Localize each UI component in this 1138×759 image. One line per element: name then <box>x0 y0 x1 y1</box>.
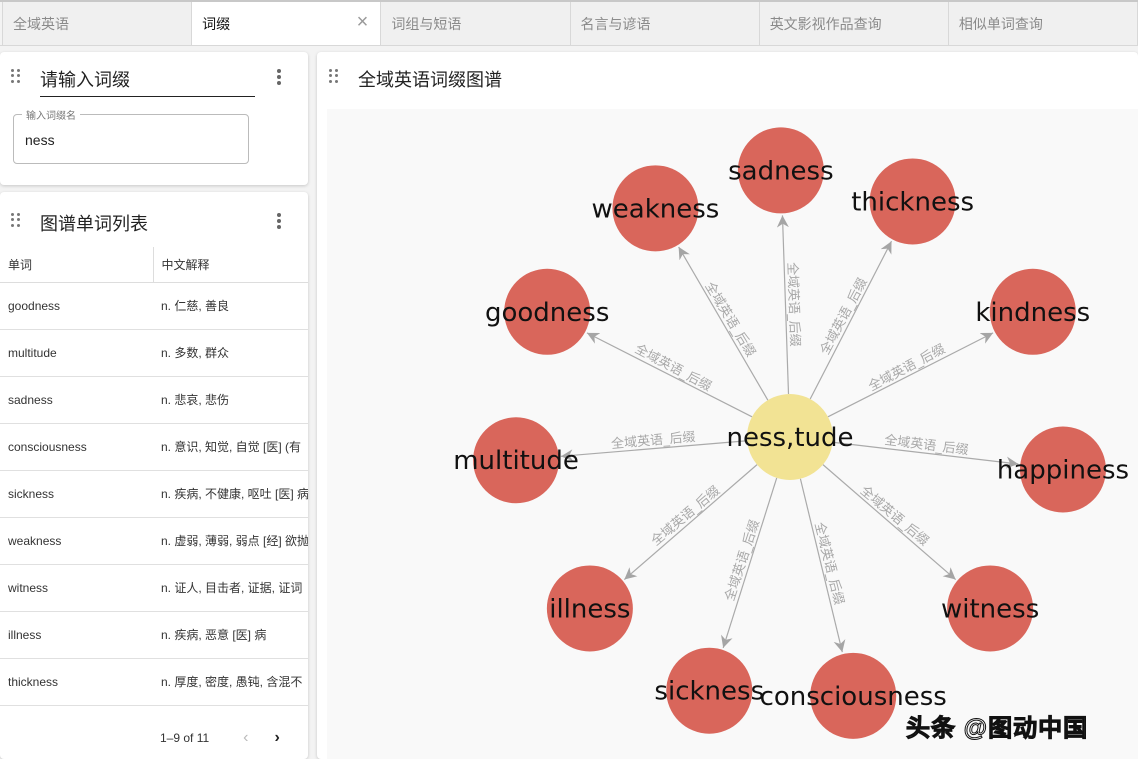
tab-phrases[interactable]: 词组与短语 <box>380 2 571 45</box>
graph-panel: 全域英语词缀图谱 全域英语_后缀 全域英语_后缀 全域英语_后缀 全域英语_后缀 全域英… <box>317 52 1138 759</box>
table-row[interactable]: weakness n. 虚弱, 薄弱, 弱点 [经] 欲抛 <box>0 517 308 565</box>
watermark: 头条 @图动中国 <box>905 715 1089 743</box>
meaning-cell: n. 悲哀, 悲伤 <box>153 376 308 424</box>
tab-label: 英文影视作品查询 <box>769 15 882 32</box>
table-row[interactable]: sadness n. 悲哀, 悲伤 <box>0 376 308 424</box>
tab-similar-words[interactable]: 相似单词查询 <box>947 2 1138 45</box>
tab-label: 相似单词查询 <box>958 15 1043 32</box>
tab-label: 词组与短语 <box>391 15 462 32</box>
word-cell: weakness <box>0 517 153 565</box>
table-row[interactable]: sickness n. 疾病, 不健康, 呕吐 [医] 病 <box>0 470 308 518</box>
table-row[interactable]: multitude n. 多数, 群众 <box>0 329 308 377</box>
affix-graph[interactable]: 全域英语_后缀 全域英语_后缀全域英语_后缀全域英语_后缀全域英语_后缀全域英语_… <box>327 109 1138 759</box>
close-icon[interactable]: × <box>357 12 369 32</box>
word-node-label: illness <box>549 594 630 624</box>
meaning-cell: n. 证人, 目击者, 证据, 证词 <box>153 564 308 612</box>
tab-quotes[interactable]: 名言与谚语 <box>569 2 760 45</box>
word-node-label: happiness <box>997 456 1129 486</box>
pagination-range: 1–9 of 11 <box>160 731 210 745</box>
more-options-icon[interactable] <box>277 69 281 85</box>
panel-title: 请输入词缀 <box>40 66 255 97</box>
word-node-label: kindness <box>975 298 1090 328</box>
meaning-cell: n. 仁慈, 善良 <box>153 282 308 330</box>
tab-label: 名言与谚语 <box>580 15 651 32</box>
tab-global-english[interactable]: 全域英语 <box>2 2 193 45</box>
table-row[interactable]: witness n. 证人, 目击者, 证据, 证词 <box>0 564 308 612</box>
panel-splitter[interactable] <box>309 46 317 759</box>
word-cell: multitude <box>0 329 153 377</box>
word-cell: goodness <box>0 282 153 330</box>
column-header-word[interactable]: 单词 <box>0 247 153 283</box>
edge-label: 全域英语_后缀 <box>857 483 932 550</box>
word-cell: witness <box>0 564 153 612</box>
pagination: 1–9 of 11 ‹ › <box>160 729 280 747</box>
meaning-cell: n. 虚弱, 薄弱, 弱点 [经] 欲抛 <box>153 517 308 565</box>
affix-center-label: ness,tude <box>726 423 853 453</box>
field-label: 输入词缀名 <box>22 107 80 122</box>
panel-title: 全域英语词缀图谱 <box>358 70 502 90</box>
word-cell: consciousness <box>0 423 153 471</box>
tab-label: 词缀 <box>202 15 231 32</box>
word-node-label: thickness <box>851 187 974 217</box>
prev-page-icon[interactable]: ‹ <box>243 729 248 747</box>
edge-label: 全域英语_后缀 <box>884 432 970 458</box>
meaning-cell: n. 多数, 群众 <box>153 329 308 377</box>
word-node-label: multitude <box>453 446 579 476</box>
edge-label: 全域英语_后缀 <box>866 341 948 395</box>
meaning-cell: n. 厚度, 密度, 愚钝, 含混不 <box>153 658 308 706</box>
word-cell: sadness <box>0 376 153 424</box>
edge-label: 全域英语_后缀 <box>648 483 723 550</box>
tab-affix[interactable]: 词缀 × <box>191 2 382 45</box>
word-list-panel: 图谱单词列表 单词 中文解释 goodness n. 仁慈, 善良 multitud… <box>0 192 308 759</box>
tab-film-search[interactable]: 英文影视作品查询 <box>758 2 949 45</box>
edge-label: 全域英语_后缀 <box>632 341 714 395</box>
word-cell: illness <box>0 611 153 659</box>
column-header-meaning[interactable]: 中文解释 <box>152 247 308 283</box>
edge-label: 全域英语_后缀 <box>701 279 758 360</box>
drag-handle-icon[interactable] <box>329 69 339 83</box>
field-value[interactable]: ness <box>25 132 55 148</box>
word-table: 单词 中文解释 goodness n. 仁慈, 善良 multitude n. 多数,… <box>0 247 308 706</box>
drag-handle-icon[interactable] <box>11 69 21 83</box>
affix-input-panel: 请输入词缀 输入词缀名 ness <box>0 52 308 185</box>
tab-bar: 全域英语 词缀 × 词组与短语 名言与谚语 英文影视作品查询 相似单词查询 <box>0 0 1138 46</box>
next-page-icon[interactable]: › <box>274 729 279 747</box>
edge-label: 全域英语_后缀 <box>811 521 847 607</box>
word-node-label: sickness <box>654 677 764 707</box>
table-row[interactable]: thickness n. 厚度, 密度, 愚钝, 含混不 <box>0 658 308 706</box>
word-node-label: sadness <box>728 156 834 186</box>
table-row[interactable]: goodness n. 仁慈, 善良 <box>0 282 308 330</box>
meaning-cell: n. 意识, 知觉, 自觉 [医] (有 <box>153 423 308 471</box>
edge-label: 全域英语_后缀 <box>817 275 871 357</box>
panel-title: 图谱单词列表 <box>40 214 148 234</box>
word-cell: thickness <box>0 658 153 706</box>
tab-label: 全域英语 <box>13 15 69 32</box>
meaning-cell: n. 疾病, 恶意 [医] 病 <box>153 611 308 659</box>
meaning-cell: n. 疾病, 不健康, 呕吐 [医] 病 <box>153 470 308 518</box>
edge-label: 全域英语_后缀 <box>722 518 763 603</box>
more-options-icon[interactable] <box>277 213 281 229</box>
word-node-label: goodness <box>485 298 609 328</box>
affix-name-field[interactable]: 输入词缀名 ness <box>13 107 249 164</box>
table-row[interactable]: consciousness n. 意识, 知觉, 自觉 [医] (有 <box>0 423 308 471</box>
table-row[interactable]: illness n. 疾病, 恶意 [医] 病 <box>0 611 308 659</box>
edge-label: 全域英语_后缀 <box>784 262 803 347</box>
drag-handle-icon[interactable] <box>11 213 21 227</box>
word-node-label: weakness <box>592 194 720 224</box>
word-cell: sickness <box>0 470 153 518</box>
word-node-label: witness <box>941 594 1039 624</box>
